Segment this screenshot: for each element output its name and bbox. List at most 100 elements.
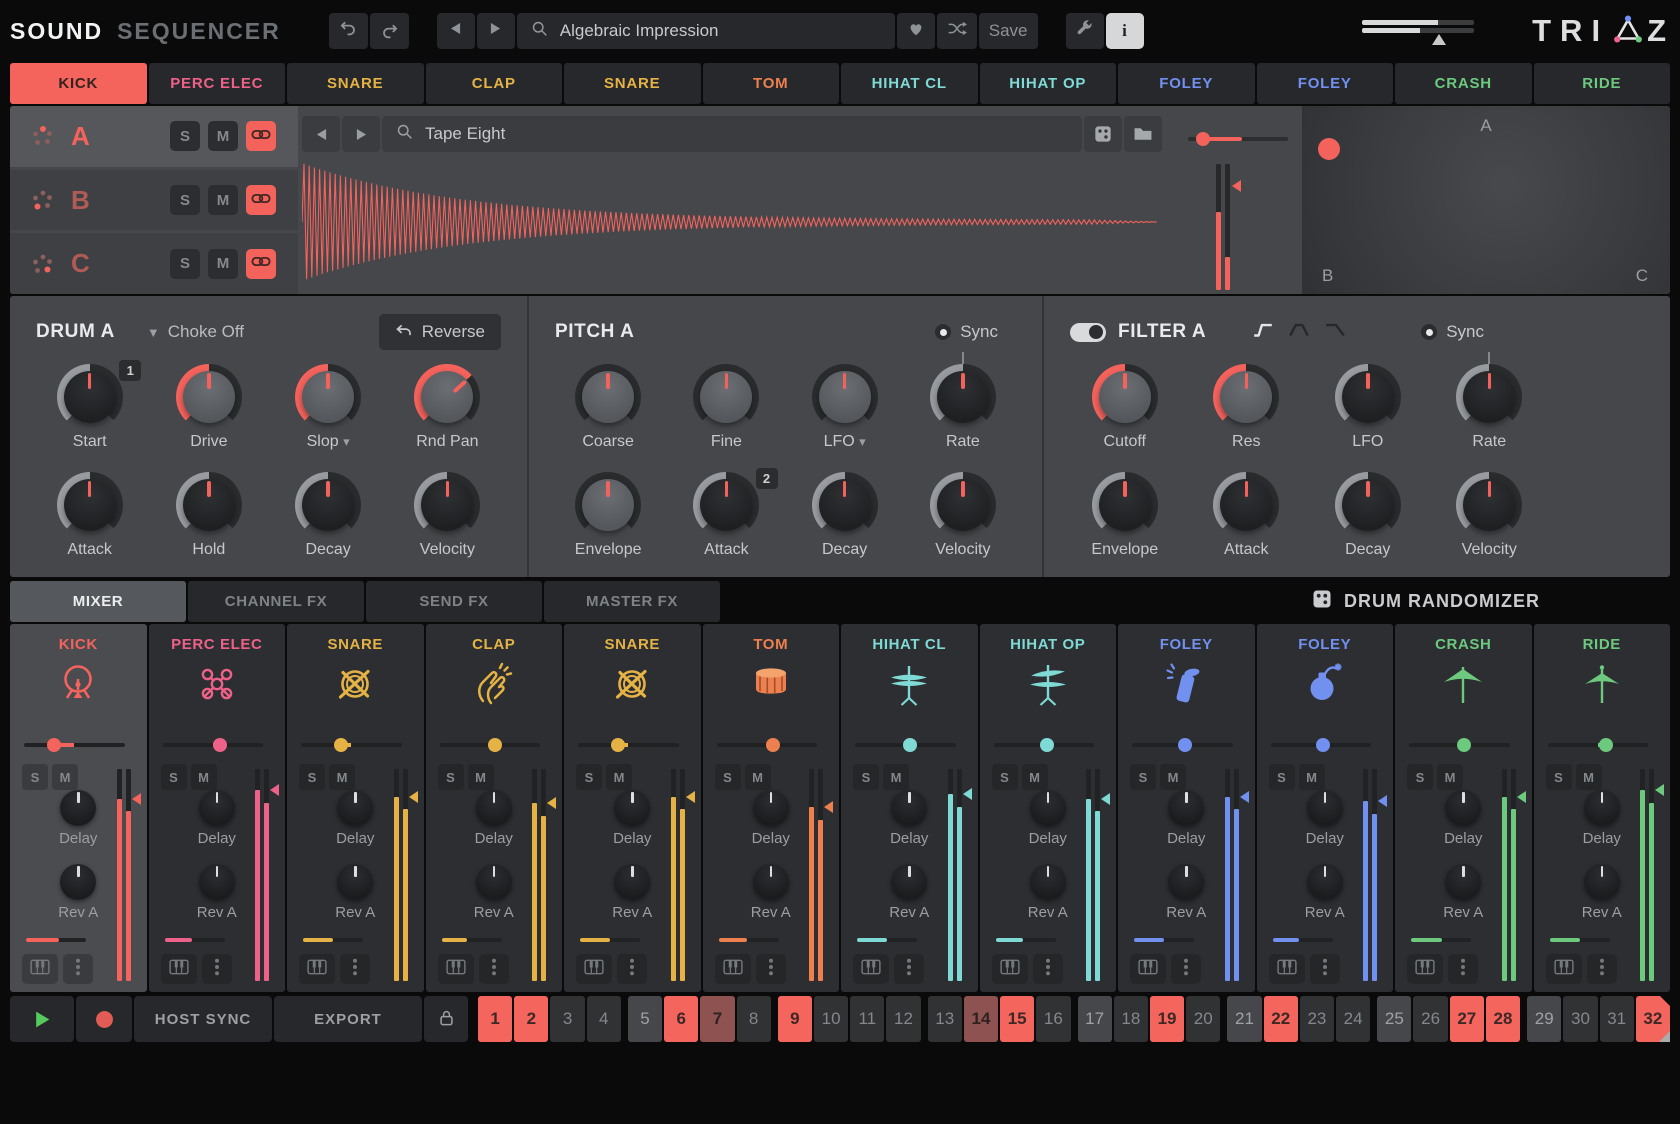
- track-tab-5-snare[interactable]: SNARE: [564, 63, 701, 104]
- step-15[interactable]: 15: [1000, 996, 1034, 1042]
- step-2[interactable]: 2: [514, 996, 548, 1042]
- mixer-strip-10-foley[interactable]: FOLEY S M Delay Rev A: [1257, 624, 1394, 992]
- step-25[interactable]: 25: [1377, 996, 1411, 1042]
- knob-fine[interactable]: Fine: [667, 364, 785, 468]
- channel-menu-button[interactable]: [894, 954, 924, 984]
- step-6[interactable]: 6: [664, 996, 698, 1042]
- knob-decay[interactable]: Decay: [1307, 472, 1429, 576]
- sample-search-input[interactable]: [423, 123, 1068, 145]
- pan-handle[interactable]: [1040, 738, 1054, 752]
- track-tab-3-snare[interactable]: SNARE: [287, 63, 424, 104]
- next-preset-button[interactable]: [477, 13, 515, 49]
- solo-button[interactable]: S: [1269, 764, 1295, 790]
- mute-button[interactable]: M: [1437, 764, 1463, 790]
- tilt-marker[interactable]: [1432, 34, 1446, 45]
- settings-button[interactable]: [1066, 13, 1104, 49]
- mixer-strip-9-foley[interactable]: FOLEY S M Delay Rev A: [1118, 624, 1255, 992]
- lock-button[interactable]: [424, 996, 468, 1042]
- sequencer-view-tab[interactable]: SEQUENCER: [117, 18, 281, 45]
- filter-sync-toggle[interactable]: Sync: [1421, 322, 1484, 342]
- step-5[interactable]: 5: [628, 996, 662, 1042]
- pan-slider[interactable]: [1271, 738, 1372, 752]
- layer-xy-pad[interactable]: A B C: [1302, 106, 1670, 294]
- knob-rate[interactable]: Rate: [904, 364, 1022, 468]
- mute-button[interactable]: M: [191, 764, 217, 790]
- mute-button[interactable]: M: [1022, 764, 1048, 790]
- mute-button[interactable]: M: [1299, 764, 1325, 790]
- step-27[interactable]: 27: [1450, 996, 1484, 1042]
- favorite-button[interactable]: [897, 13, 935, 49]
- step-12[interactable]: 12: [886, 996, 920, 1042]
- mute-button[interactable]: M: [883, 764, 909, 790]
- mute-button[interactable]: M: [1160, 764, 1186, 790]
- pan-slider[interactable]: [24, 738, 125, 752]
- browse-folder-button[interactable]: [1124, 116, 1162, 152]
- track-tab-8-hihat-op[interactable]: HIHAT OP: [980, 63, 1117, 104]
- knob-envelope[interactable]: Envelope: [1064, 472, 1186, 576]
- knob-rnd-pan[interactable]: Rnd Pan: [388, 364, 507, 468]
- step-1[interactable]: 1: [478, 996, 512, 1042]
- knob-coarse[interactable]: Coarse: [549, 364, 667, 468]
- knob-envelope[interactable]: Envelope: [549, 472, 667, 576]
- keyboard-button[interactable]: [1546, 954, 1582, 984]
- xy-pad-cursor[interactable]: [1318, 138, 1340, 160]
- keyboard-button[interactable]: [1269, 954, 1305, 984]
- keyboard-button[interactable]: [576, 954, 612, 984]
- prev-sample-button[interactable]: [302, 116, 340, 152]
- knob-attack[interactable]: Attack: [30, 472, 149, 576]
- tab-mixer[interactable]: MIXER: [10, 581, 186, 622]
- tab-send-fx[interactable]: SEND FX: [366, 581, 542, 622]
- step-28[interactable]: 28: [1486, 996, 1520, 1042]
- pan-handle[interactable]: [1178, 738, 1192, 752]
- keyboard-button[interactable]: [715, 954, 751, 984]
- mixer-strip-7-hihat-cl[interactable]: HIHAT CL S M Delay Rev A: [841, 624, 978, 992]
- keyboard-button[interactable]: [161, 954, 197, 984]
- drum-randomizer-button[interactable]: DRUM RANDOMIZER: [1312, 589, 1540, 614]
- step-4[interactable]: 4: [587, 996, 621, 1042]
- step-3[interactable]: 3: [550, 996, 584, 1042]
- knob-drive[interactable]: Drive: [149, 364, 268, 468]
- redo-button[interactable]: [370, 13, 409, 49]
- sample-volume-slider[interactable]: [1188, 132, 1288, 146]
- knob-cutoff[interactable]: Cutoff: [1064, 364, 1186, 468]
- step-24[interactable]: 24: [1336, 996, 1370, 1042]
- random-sample-button[interactable]: [1084, 116, 1122, 152]
- knob-velocity[interactable]: Velocity: [904, 472, 1022, 576]
- step-18[interactable]: 18: [1114, 996, 1148, 1042]
- step-22[interactable]: 22: [1264, 996, 1298, 1042]
- knob-slop[interactable]: Slop ▾: [269, 364, 388, 468]
- step-16[interactable]: 16: [1036, 996, 1070, 1042]
- step-13[interactable]: 13: [928, 996, 962, 1042]
- next-sample-button[interactable]: [342, 116, 380, 152]
- pan-slider[interactable]: [163, 738, 264, 752]
- solo-button[interactable]: S: [992, 764, 1018, 790]
- layer-mute-button[interactable]: M: [208, 185, 238, 215]
- mute-button[interactable]: M: [1576, 764, 1602, 790]
- channel-menu-button[interactable]: [617, 954, 647, 984]
- pan-slider[interactable]: [1132, 738, 1233, 752]
- track-tab-9-foley[interactable]: FOLEY: [1118, 63, 1255, 104]
- knob-decay[interactable]: Decay: [786, 472, 904, 576]
- step-21[interactable]: 21: [1227, 996, 1261, 1042]
- pan-handle[interactable]: [488, 738, 502, 752]
- pan-handle[interactable]: [611, 738, 625, 752]
- mixer-strip-3-snare[interactable]: SNARE S M Delay Rev A: [287, 624, 424, 992]
- channel-menu-button[interactable]: [63, 954, 93, 984]
- step-20[interactable]: 20: [1186, 996, 1220, 1042]
- pan-handle[interactable]: [1316, 738, 1330, 752]
- layer-solo-button[interactable]: S: [170, 121, 200, 151]
- record-button[interactable]: [76, 996, 132, 1042]
- mixer-strip-11-crash[interactable]: CRASH S M Delay Rev A: [1395, 624, 1532, 992]
- step-10[interactable]: 10: [814, 996, 848, 1042]
- solo-button[interactable]: S: [576, 764, 602, 790]
- solo-button[interactable]: S: [715, 764, 741, 790]
- pan-slider[interactable]: [717, 738, 818, 752]
- step-29[interactable]: 29: [1527, 996, 1561, 1042]
- channel-menu-button[interactable]: [1171, 954, 1201, 984]
- pan-slider[interactable]: [855, 738, 956, 752]
- mute-button[interactable]: M: [468, 764, 494, 790]
- knob-decay[interactable]: Decay: [269, 472, 388, 576]
- knob-hold[interactable]: Hold: [149, 472, 268, 576]
- keyboard-button[interactable]: [853, 954, 889, 984]
- pan-handle[interactable]: [903, 738, 917, 752]
